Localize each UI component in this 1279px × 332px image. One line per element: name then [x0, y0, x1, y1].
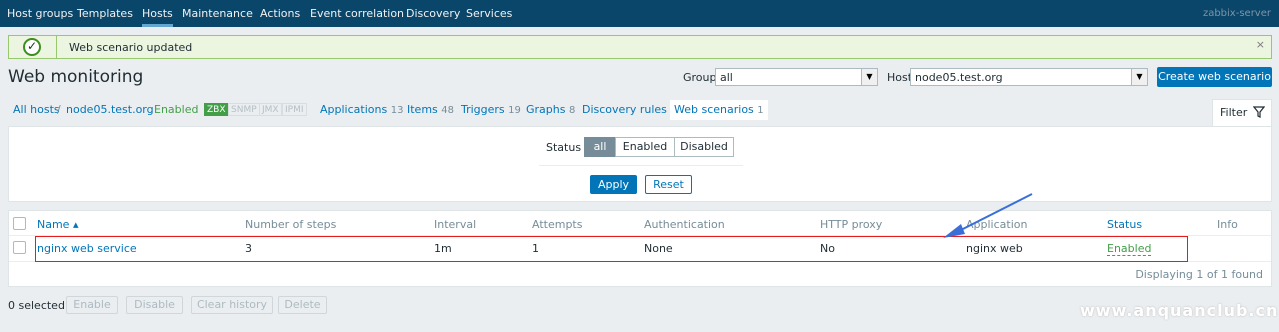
link-label: Items [407, 103, 438, 116]
selected-count: 0 selected [8, 299, 65, 312]
filter-divider [539, 165, 743, 166]
link-triggers[interactable]: Triggers 19 [461, 103, 521, 116]
host-status[interactable]: Enabled [154, 103, 198, 116]
breadcrumb-host[interactable]: node05.test.org [66, 103, 154, 116]
host-select-value: node05.test.org [915, 71, 1003, 84]
chevron-down-icon: ▼ [1131, 69, 1147, 85]
nav-hosts[interactable]: Hosts [142, 0, 173, 27]
chevron-down-icon: ▼ [861, 69, 877, 85]
tag-jmx: JMX [259, 103, 282, 116]
annotation-arrow-icon [943, 193, 1033, 238]
header-status[interactable]: Status [1107, 218, 1142, 231]
header-name[interactable]: Name ▴ [37, 218, 78, 231]
success-message: ✓ Web scenario updated × [8, 35, 1272, 59]
tag-snmp: SNMP [228, 103, 260, 116]
link-label: Web scenarios [674, 103, 754, 116]
breadcrumb-separator: / [57, 103, 61, 116]
enable-button[interactable]: Enable [66, 296, 118, 314]
status-option-all[interactable]: all [584, 137, 616, 157]
link-applications[interactable]: Applications 13 [320, 103, 403, 116]
nav-host-groups[interactable]: Host groups [7, 0, 73, 27]
status-option-enabled[interactable]: Enabled [615, 137, 675, 157]
filter-panel: Status all Enabled Disabled Apply Reset [8, 126, 1272, 202]
mass-actions: 0 selected Enable Disable Clear history … [8, 296, 348, 316]
status-label: Status [546, 141, 582, 154]
header-attempts: Attempts [532, 218, 583, 231]
nav-maintenance[interactable]: Maintenance [182, 0, 253, 27]
header-authentication: Authentication [644, 218, 725, 231]
tag-ipmi: IPMI [282, 103, 307, 116]
header-interval: Interval [434, 218, 477, 231]
host-select[interactable]: node05.test.org ▼ [910, 68, 1148, 86]
create-web-scenario-button[interactable]: Create web scenario [1157, 67, 1272, 87]
delete-button[interactable]: Delete [278, 296, 327, 314]
link-web-scenarios[interactable]: Web scenarios 1 [670, 100, 768, 120]
top-navigation: Host groups Templates Hosts Maintenance … [0, 0, 1279, 27]
nav-actions[interactable]: Actions [260, 0, 300, 27]
link-discovery-rules[interactable]: Discovery rules 2 [582, 103, 677, 116]
server-name: zabbix-server [1202, 8, 1271, 19]
filter-tab-label: Filter [1220, 106, 1248, 119]
watermark: www.anquanclub.cn [1080, 301, 1279, 320]
check-icon: ✓ [23, 38, 41, 56]
reset-button[interactable]: Reset [645, 175, 692, 194]
apply-button[interactable]: Apply [590, 175, 637, 194]
table-footer-count: Displaying 1 of 1 found [1135, 268, 1263, 281]
close-icon[interactable]: × [1256, 38, 1265, 51]
link-label: Graphs [526, 103, 566, 116]
message-icon-area: ✓ [9, 36, 57, 58]
group-select-value: all [720, 71, 733, 84]
link-label: Triggers [461, 103, 505, 116]
nav-services[interactable]: Services [466, 0, 512, 27]
header-number-of-steps: Number of steps [245, 218, 337, 231]
link-count: 48 [441, 105, 455, 116]
link-count: 8 [568, 105, 576, 116]
link-items[interactable]: Items 48 [407, 103, 454, 116]
link-count: 1 [757, 105, 764, 116]
nav-event-correlation[interactable]: Event correlation [310, 0, 404, 27]
disable-button[interactable]: Disable [126, 296, 183, 314]
select-all-checkbox[interactable] [13, 217, 26, 230]
filter-tab[interactable]: Filter [1212, 99, 1272, 127]
host-label: Host [887, 71, 913, 84]
link-label: Applications [320, 103, 388, 116]
group-label: Group [683, 71, 717, 84]
status-option-disabled[interactable]: Disabled [674, 137, 734, 157]
link-label: Discovery rules [582, 103, 667, 116]
tag-zbx: ZBX [204, 103, 229, 116]
nav-discovery[interactable]: Discovery [406, 0, 460, 27]
header-info: Info [1217, 218, 1238, 231]
row-checkbox[interactable] [13, 241, 26, 254]
link-graphs[interactable]: Graphs 8 [526, 103, 575, 116]
header-http-proxy: HTTP proxy [820, 218, 883, 231]
clear-history-button[interactable]: Clear history [191, 296, 273, 314]
page-title: Web monitoring [8, 67, 144, 87]
message-text: Web scenario updated [69, 41, 193, 54]
filter-icon [1253, 106, 1265, 118]
nav-templates[interactable]: Templates [77, 0, 133, 27]
link-count: 13 [390, 105, 404, 116]
breadcrumb-all-hosts[interactable]: All hosts [13, 103, 60, 116]
group-select[interactable]: all ▼ [715, 68, 878, 86]
host-navigation: All hosts / node05.test.org Enabled ZBX … [8, 99, 1210, 121]
link-count: 19 [508, 105, 521, 116]
